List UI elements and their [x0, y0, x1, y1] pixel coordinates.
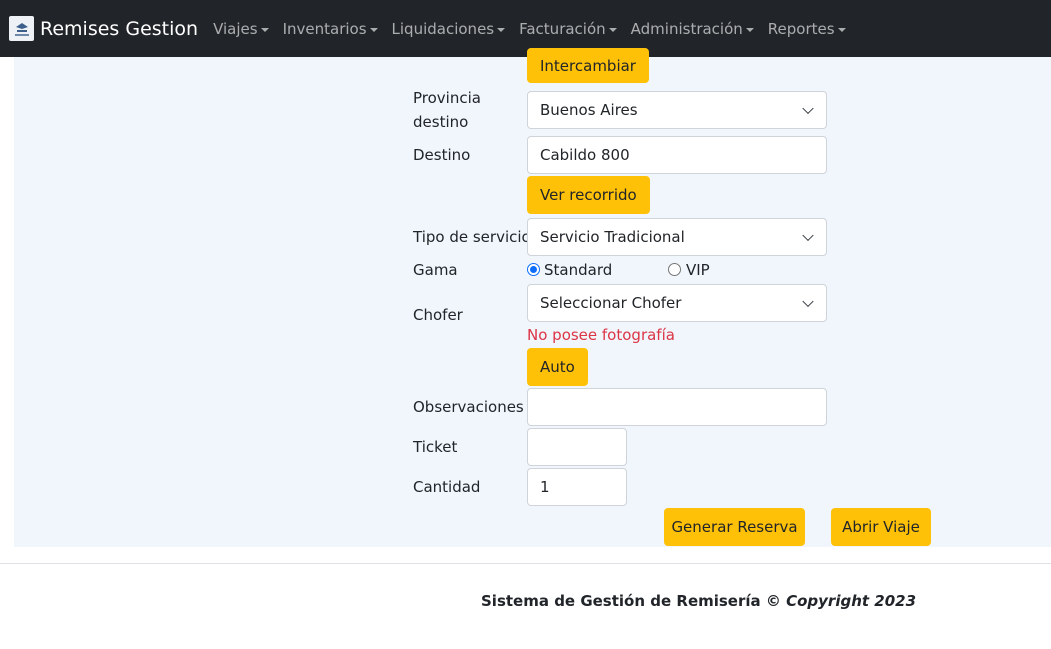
nav-menu-liquidaciones[interactable]: Liquidaciones: [392, 20, 506, 38]
footer-text: Sistema de Gestión de Remisería © Copyri…: [481, 590, 916, 612]
caret-down-icon: [837, 27, 846, 32]
chevron-down-icon: [802, 295, 814, 308]
remises-logo-icon: [9, 16, 34, 41]
chofer-value: Seleccionar Chofer: [540, 294, 682, 312]
provincia-label-line1: Provincia: [413, 89, 481, 107]
nav-menu-reportes[interactable]: Reportes: [768, 20, 846, 38]
footer-copyright: Copyright 2023: [786, 592, 917, 610]
footer-divider: [0, 563, 1051, 564]
provincia-label-line2: destino: [413, 113, 469, 131]
footer-main-text: Sistema de Gestión de Remisería ©: [481, 592, 787, 610]
tipo-servicio-value: Servicio Tradicional: [540, 228, 685, 246]
ver-recorrido-label: Ver recorrido: [540, 186, 637, 204]
caret-down-icon: [745, 27, 754, 32]
chofer-select[interactable]: Seleccionar Chofer: [527, 284, 827, 322]
gama-vip-label: VIP: [686, 261, 710, 279]
nav-menu-label: Administración: [630, 19, 743, 38]
gama-standard-label: Standard: [544, 261, 613, 279]
ticket-input[interactable]: [527, 428, 627, 466]
brand-name: Remises Gestion: [40, 17, 199, 40]
gama-standard-radio[interactable]: [527, 263, 540, 276]
nav-menu-administracion[interactable]: Administración: [631, 20, 754, 38]
brand-link[interactable]: Remises Gestion: [9, 16, 198, 41]
ticket-label: Ticket: [413, 438, 458, 456]
abrir-viaje-button[interactable]: Abrir Viaje: [831, 508, 931, 546]
nav-menu-viajes[interactable]: Viajes: [213, 20, 269, 38]
gama-label: Gama: [413, 261, 458, 279]
destino-value: Cabildo 800: [540, 146, 630, 164]
nav-menu-label: Liquidaciones: [391, 19, 495, 38]
swap-button-label: Intercambiar: [540, 56, 636, 75]
caret-down-icon: [497, 27, 506, 32]
provincia-destino-select[interactable]: Buenos Aires: [527, 91, 827, 129]
provincia-destino-value: Buenos Aires: [540, 101, 638, 119]
nav-menu-label: Inventarios: [282, 19, 367, 38]
destino-label: Destino: [413, 146, 471, 164]
chevron-down-icon: [802, 102, 814, 115]
chofer-photo-message: No posee fotografía: [527, 326, 675, 344]
chevron-down-icon: [802, 229, 814, 242]
observaciones-input[interactable]: [527, 388, 827, 426]
provincia-destino-label: Provincia destino: [413, 86, 481, 134]
abrir-viaje-label: Abrir Viaje: [842, 518, 920, 536]
top-navbar: Remises Gestion Viajes Inventarios Liqui…: [0, 0, 1051, 57]
caret-down-icon: [369, 27, 378, 32]
chofer-label: Chofer: [413, 306, 463, 324]
caret-down-icon: [608, 27, 617, 32]
observaciones-label: Observaciones: [413, 398, 524, 416]
ver-recorrido-button[interactable]: Ver recorrido: [527, 176, 650, 214]
destino-input[interactable]: Cabildo 800: [527, 136, 827, 174]
swap-button[interactable]: Intercambiar: [527, 48, 649, 83]
nav-menu-label: Reportes: [767, 19, 835, 38]
tipo-servicio-select[interactable]: Servicio Tradicional: [527, 218, 827, 256]
caret-down-icon: [260, 27, 269, 32]
nav-menu-label: Facturación: [519, 19, 606, 38]
auto-button[interactable]: Auto: [527, 348, 588, 386]
tipo-servicio-label: Tipo de servicio: [413, 228, 531, 246]
cantidad-input[interactable]: 1: [527, 468, 627, 506]
auto-button-label: Auto: [540, 358, 575, 376]
gama-vip-radio[interactable]: [668, 263, 681, 276]
nav-menu-facturacion[interactable]: Facturación: [519, 20, 617, 38]
generar-reserva-label: Generar Reserva: [671, 518, 798, 536]
nav-menu-inventarios[interactable]: Inventarios: [283, 20, 378, 38]
nav-menu-label: Viajes: [213, 19, 258, 38]
cantidad-label: Cantidad: [413, 478, 481, 496]
generar-reserva-button[interactable]: Generar Reserva: [664, 508, 805, 546]
cantidad-value: 1: [540, 478, 550, 496]
